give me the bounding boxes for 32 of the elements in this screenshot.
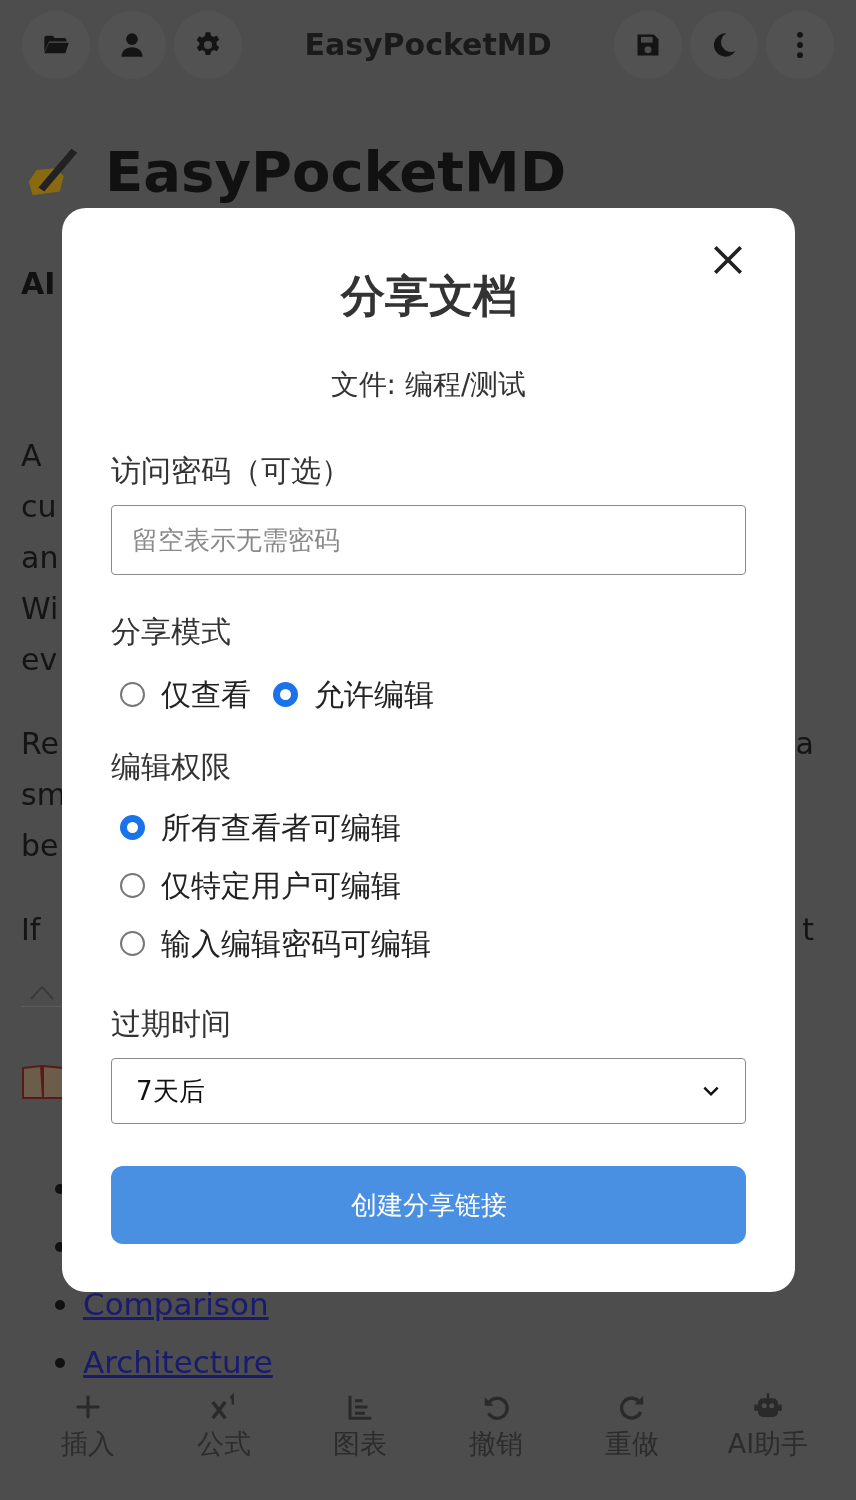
more-icon: [796, 30, 804, 59]
field-label: 过期时间: [111, 1005, 232, 1043]
field-label: 访问密码（可选）: [111, 452, 352, 490]
paragraph-text: a: [795, 724, 814, 763]
field-label: 分享模式: [111, 613, 232, 651]
radio-label: 输入编辑密码可编辑: [161, 924, 431, 963]
paragraph-text: t: [802, 910, 814, 949]
radio-label: 所有查看者可编辑: [161, 808, 401, 847]
radio-button[interactable]: [120, 814, 145, 840]
section-heading: AI: [21, 264, 56, 303]
paragraph-text: be: [21, 826, 59, 865]
paragraph-text: ev: [21, 640, 58, 679]
paragraph-text: Wi: [21, 589, 59, 628]
radio-label: 仅特定用户可编辑: [161, 866, 401, 905]
paragraph-text: Re: [21, 724, 59, 763]
radio-button[interactable]: [273, 681, 298, 707]
paragraph-text: A: [21, 436, 42, 475]
paragraph-text: an: [21, 538, 59, 577]
password-field[interactable]: 留空表示无需密码: [111, 505, 746, 575]
create-link-button[interactable]: 创建分享链接: [111, 1166, 746, 1244]
radio-button[interactable]: [120, 681, 145, 707]
radio-button[interactable]: [120, 930, 145, 956]
field-label: 编辑权限: [111, 748, 232, 786]
close-icon: [711, 243, 745, 277]
dialog-title: 分享文档: [340, 269, 517, 323]
radio-label: 允许编辑: [314, 675, 434, 714]
radio-button[interactable]: [120, 872, 145, 898]
radio-label: 仅查看: [161, 675, 251, 714]
expiry-dropdown[interactable]: 7天后: [111, 1058, 746, 1124]
paragraph-text: If: [21, 910, 41, 949]
paragraph-text: cu: [21, 487, 57, 526]
file-name: 文件: 编程/测试: [329, 367, 528, 403]
